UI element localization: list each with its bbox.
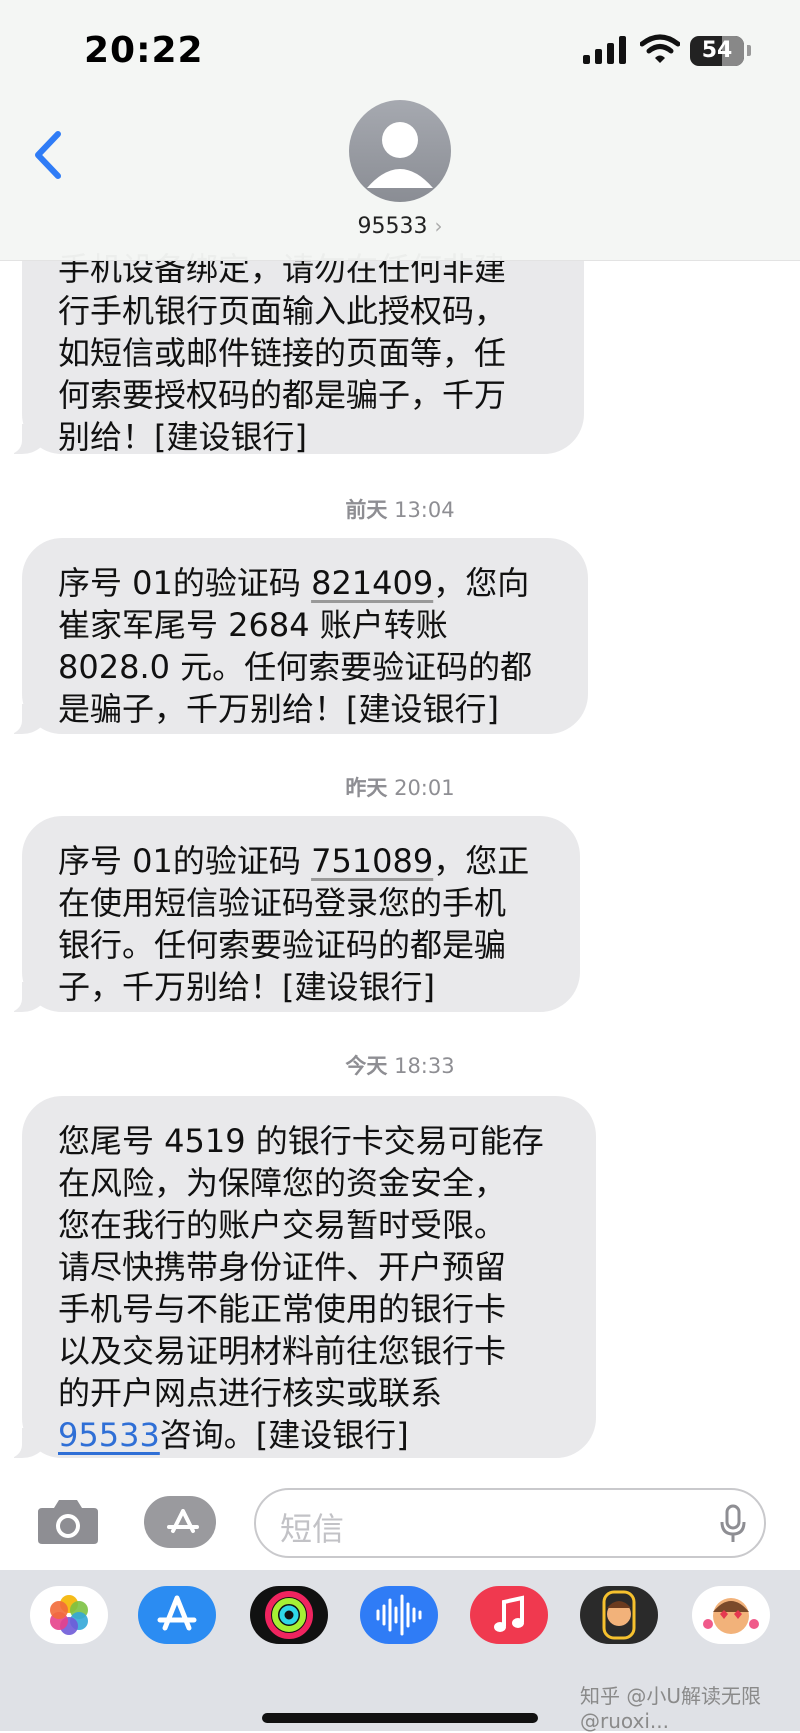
battery-indicator: 54 [690, 36, 744, 66]
wifi-icon [639, 34, 681, 68]
message-line: 在风险，为保障您的资金安全， [58, 1164, 507, 1202]
message-line: 请尽快携带身份证件、开户预留 [58, 1248, 507, 1286]
message-line: 序号 01的验证码 821409，您向 [58, 562, 558, 604]
timestamp: 前天 13:04 [0, 494, 800, 524]
music-app-icon[interactable] [470, 1586, 548, 1644]
timestamp-day: 今天 [345, 1054, 388, 1078]
message-line: 序号 01的验证码 751089，您正 [58, 840, 550, 882]
message-line: 别给！[建设银行] [58, 418, 307, 456]
timestamp: 今天 18:33 [0, 1050, 800, 1080]
memoji-stickers-app-icon[interactable] [692, 1586, 770, 1644]
message-bubble[interactable]: 您尾号 4519 的银行卡交易可能存 在风险，为保障您的资金安全， 您在我行的账… [0, 1096, 596, 1459]
message-text: ，您正 [433, 842, 530, 880]
message-line: 子，千万别给！[建设银行] [58, 968, 435, 1006]
activity-app-icon[interactable] [250, 1586, 328, 1644]
message-input[interactable]: 短信 [254, 1488, 766, 1558]
back-chevron-icon[interactable] [30, 130, 66, 184]
camera-icon[interactable] [36, 1496, 100, 1550]
message-line: 如短信或邮件链接的页面等，任 [58, 334, 507, 372]
message-input-placeholder: 短信 [280, 1510, 345, 1548]
message-line: 在使用短信验证码登录您的手机 [58, 884, 507, 922]
audio-message-app-icon[interactable] [360, 1586, 438, 1644]
message-text: ，您向 [433, 564, 530, 602]
app-store-icon [167, 1509, 199, 1533]
watermark: 知乎 @小U解读无限 @ruoxi... [580, 1684, 761, 1733]
message-line: 银行。任何索要验证码的都是骗 [58, 926, 507, 964]
cellular-signal-icon [583, 36, 627, 68]
verification-code[interactable]: 751089 [311, 842, 433, 880]
message-bubble[interactable]: 序号 01的验证码 821409，您向 崔家军尾号 2684 账户转账 8028… [0, 538, 588, 735]
timestamp-day: 昨天 [345, 776, 388, 800]
chevron-right-icon: › [434, 214, 443, 238]
timestamp-time: 13:04 [394, 498, 455, 522]
contact-number: 95533 [357, 214, 428, 239]
message-line: 是骗子，千万别给！[建设银行] [58, 690, 499, 728]
message-text: 序号 01的验证码 [58, 842, 312, 880]
message-line: 95533咨询。[建设银行] [58, 1414, 566, 1456]
message-line: 何索要授权码的都是骗子，千万 [58, 376, 507, 414]
home-indicator[interactable] [262, 1713, 538, 1723]
message-line: 行手机银行页面输入此授权码， [58, 292, 507, 330]
battery-level: 54 [701, 38, 733, 63]
message-line: 的开户网点进行核实或联系 [58, 1374, 443, 1412]
photos-app-icon[interactable] [30, 1586, 108, 1644]
conversation-header: 20:22 54 95533 › [0, 0, 800, 261]
contact-avatar[interactable] [349, 100, 451, 202]
message-line: 您在我行的账户交易暂时受限。 [58, 1206, 507, 1244]
phone-number-link[interactable]: 95533 [58, 1416, 160, 1454]
contact-name[interactable]: 95533 › [0, 214, 800, 239]
message-bubble[interactable]: 序号 01的验证码 751089，您正 在使用短信验证码登录您的手机 银行。任何… [0, 816, 580, 1013]
message-line: 崔家军尾号 2684 账户转账 [58, 606, 448, 644]
verification-code[interactable]: 821409 [311, 564, 433, 602]
message-line: 您尾号 4519 的银行卡交易可能存 [58, 1122, 544, 1160]
battery-tip-icon [747, 45, 751, 56]
message-line: 手机号与不能正常使用的银行卡 [58, 1290, 507, 1328]
microphone-icon[interactable] [720, 1504, 746, 1548]
message-text: 序号 01的验证码 [58, 564, 312, 602]
timestamp-time: 18:33 [394, 1054, 455, 1078]
status-time: 20:22 [84, 30, 204, 71]
message-line: 8028.0 元。任何索要验证码的都 [58, 648, 533, 686]
app-store-app-icon[interactable] [138, 1586, 216, 1644]
timestamp: 昨天 20:01 [0, 772, 800, 802]
timestamp-day: 前天 [345, 498, 388, 522]
message-line: 以及交易证明材料前往您银行卡 [58, 1332, 507, 1370]
memoji-app-icon[interactable] [580, 1586, 658, 1644]
message-text: 咨询。[建设银行] [159, 1416, 409, 1454]
timestamp-time: 20:01 [394, 776, 455, 800]
app-store-button[interactable] [144, 1496, 216, 1548]
